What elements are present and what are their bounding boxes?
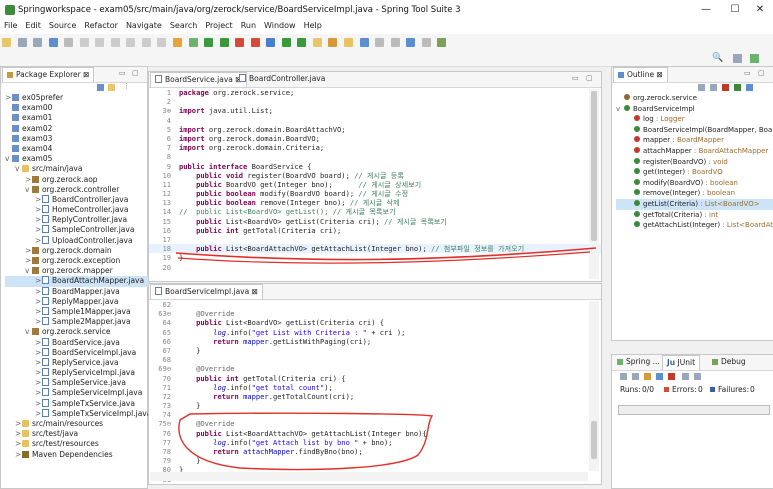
- annotation-underline: [175, 247, 597, 261]
- annotation-circle: [178, 412, 434, 471]
- annotation-overlay: [175, 247, 597, 471]
